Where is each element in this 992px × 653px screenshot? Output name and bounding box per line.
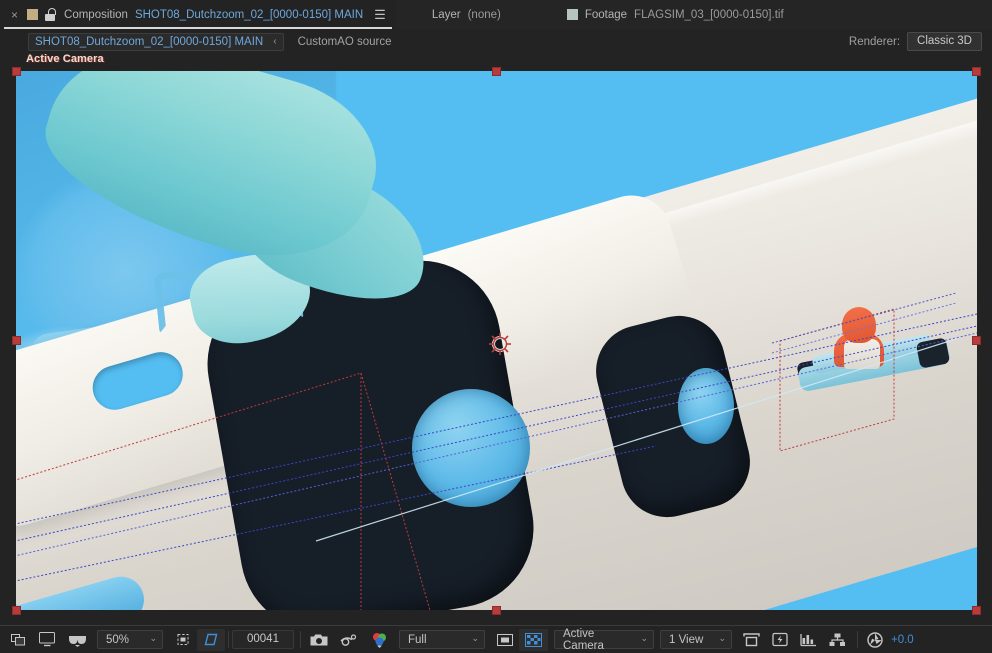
chevron-down-icon: ⌄ [640,633,648,643]
footage-icon [566,9,578,20]
views-layout-select[interactable]: 1 View ⌄ [660,630,732,649]
breadcrumb[interactable]: SHOT08_Dutchzoom_02_[0000-0150] MAIN ‹ [28,32,284,51]
breadcrumb-parent-comp[interactable]: CustomAO source [298,36,392,48]
comp-flowchart-icon[interactable] [823,629,852,651]
selection-handle-top-left[interactable] [12,67,21,76]
transparency-grid-icon[interactable] [519,628,548,651]
show-snapshot-icon[interactable] [334,629,365,651]
tab-kind-label: Composition [64,8,128,21]
resolution-select[interactable]: Full ⌄ [399,630,485,649]
breadcrumb-current-comp[interactable]: SHOT08_Dutchzoom_02_[0000-0150] MAIN [35,36,263,48]
take-snapshot-icon[interactable] [304,629,334,651]
viewer-bottom-toolbar: 50% ⌄ 00041 Full ⌄ Active Camera ⌄ 1 Vie… [0,625,992,653]
distant-kart-rider [794,307,959,399]
lock-icon[interactable] [45,8,57,21]
grid-and-guide-options-icon[interactable] [197,628,225,651]
tab-kind-label-footage: Footage [584,8,628,21]
region-of-interest-icon[interactable] [169,629,197,651]
tab-kind-label-layer: Layer [431,8,461,21]
toggle-pixel-aspect-ratio-icon[interactable] [737,629,766,651]
fast-previews-icon[interactable] [766,629,794,651]
exposure-icon[interactable] [861,629,889,651]
comp-render-canvas[interactable] [16,71,977,610]
chevron-down-icon: ⌄ [149,633,157,643]
layer-name-label: (none) [467,8,501,21]
viewer-tab-bar: × Composition SHOT08_Dutchzoom_02_[0000-… [0,0,992,29]
after-effects-composition-panel: × Composition SHOT08_Dutchzoom_02_[0000-… [0,0,992,653]
selection-handle-bottom-center[interactable] [492,606,501,615]
close-icon[interactable]: × [10,9,19,21]
main-viewer-icon[interactable] [33,629,62,651]
camera-view-value: Active Camera [563,627,604,652]
show-channel-icon[interactable] [365,629,395,651]
tab-composition[interactable]: × Composition SHOT08_Dutchzoom_02_[0000-… [0,0,396,29]
tab-layer[interactable]: Layer (none) [422,0,511,29]
composition-viewport[interactable]: Active Camera [0,54,992,623]
selection-handle-middle-left[interactable] [12,336,21,345]
magnification-value: 50% [106,633,130,646]
composition-icon [27,9,39,20]
always-preview-this-view-icon[interactable] [5,629,33,651]
tab-footage[interactable]: Footage FLAGSIM_03_[0000-0150].tif [557,0,794,29]
camera-view-select[interactable]: Active Camera ⌄ [554,627,654,652]
timeline-icon[interactable] [794,629,823,651]
selection-handle-bottom-right[interactable] [972,606,981,615]
renderer-button[interactable]: Classic 3D [907,32,982,51]
rendered-3d-scene [16,71,977,610]
renderer-group: Renderer: Classic 3D [849,32,982,51]
views-layout-value: 1 View [669,633,704,646]
selection-handle-bottom-left[interactable] [12,606,21,615]
resolution-value: Full [408,633,427,646]
panel-menu-icon[interactable]: ☰ [374,7,386,23]
exposure-value[interactable]: +0.0 [891,634,914,646]
chevron-down-icon: ⌄ [718,633,726,643]
3d-glasses-icon[interactable] [62,629,93,651]
current-time-field[interactable]: 00041 [232,630,294,649]
region-of-interest-toggle-icon[interactable] [491,629,519,651]
magnification-select[interactable]: 50% ⌄ [97,630,163,649]
selection-handle-top-center[interactable] [492,67,501,76]
chevron-down-icon: ⌄ [471,633,479,643]
composition-name-label: SHOT08_Dutchzoom_02_[0000-0150] MAIN [134,8,364,21]
selection-handle-top-right[interactable] [972,67,981,76]
selection-handle-middle-right[interactable] [972,336,981,345]
renderer-label: Renderer: [848,35,901,48]
chevron-left-icon[interactable]: ‹ [273,36,276,47]
composition-navigator-bar: SHOT08_Dutchzoom_02_[0000-0150] MAIN ‹ C… [0,29,992,54]
active-camera-label: Active Camera [26,54,104,65]
footage-name-label: FLAGSIM_03_[0000-0150].tif [634,8,784,21]
